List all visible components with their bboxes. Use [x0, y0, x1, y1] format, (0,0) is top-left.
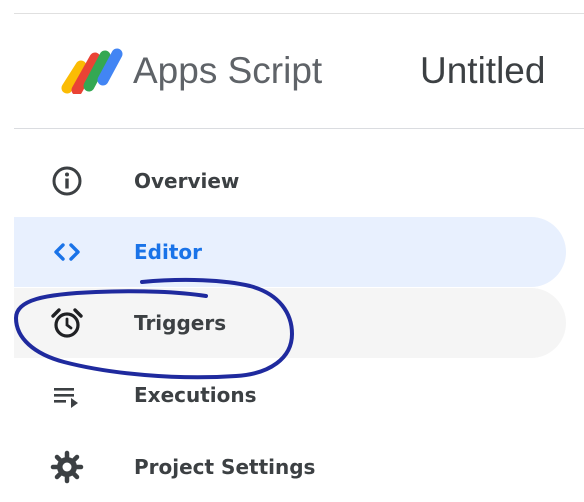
sidebar-item-label: Executions — [134, 383, 257, 407]
project-title[interactable]: Untitled — [420, 47, 545, 95]
sidebar-item-label: Overview — [134, 169, 240, 193]
sidebar-item-executions[interactable]: Executions — [14, 360, 566, 430]
top-divider — [14, 13, 584, 14]
sidebar-item-label: Editor — [134, 240, 202, 264]
header-divider — [14, 128, 584, 129]
sidebar-item-project-settings[interactable]: Project Settings — [14, 432, 566, 502]
gear-icon — [49, 449, 85, 485]
info-icon — [49, 163, 85, 199]
sidebar-item-label: Triggers — [134, 311, 227, 335]
alarm-clock-icon — [49, 305, 85, 341]
sidebar-item-overview[interactable]: Overview — [14, 146, 566, 216]
apps-script-logo-icon — [57, 46, 123, 96]
sidebar-item-triggers[interactable]: Triggers — [14, 288, 566, 358]
sidebar-item-label: Project Settings — [134, 455, 316, 479]
code-icon — [49, 234, 85, 270]
sidebar-item-editor[interactable]: Editor — [14, 217, 566, 287]
executions-icon — [49, 377, 85, 413]
app-title: Apps Script — [133, 50, 323, 91]
